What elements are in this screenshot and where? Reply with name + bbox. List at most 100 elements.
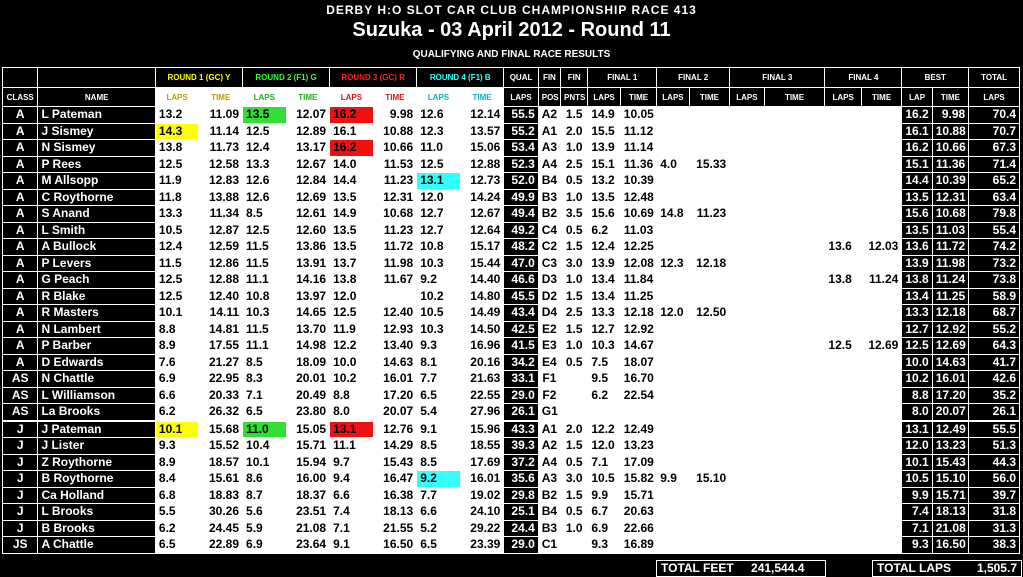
r3-time-cell: 14.63 — [372, 353, 418, 371]
r1-laps-cell: 12.5 — [154, 271, 200, 289]
best-time-header: TIME — [931, 87, 970, 107]
f4-laps-header: LAPS — [824, 87, 862, 107]
r2-laps-cell: 8.7 — [242, 486, 287, 504]
qual-laps-cell: 46.6 — [503, 271, 539, 289]
class-cell: AS — [1, 403, 39, 421]
best-lap-cell: 8.0 — [901, 403, 933, 421]
class-cell: J — [1, 486, 39, 504]
total-feet-label: TOTAL FEET — [661, 561, 734, 575]
r1-laps-cell: 13.3 — [154, 205, 200, 223]
best-time-cell: 12.18 — [931, 304, 970, 322]
pnts-header: PNTS — [560, 87, 589, 107]
qual-laps-cell: 29.0 — [503, 536, 539, 554]
r2-time-cell: 12.60 — [285, 221, 331, 239]
f3-time-cell — [763, 470, 826, 488]
f2-time-cell — [688, 238, 731, 256]
name-cell: L Pateman — [37, 106, 156, 124]
name-cell: S Anand — [37, 205, 156, 223]
r3-time-cell: 16.01 — [372, 370, 418, 388]
r2-laps-cell: 10.3 — [242, 304, 287, 322]
r2-laps-cell: 8.5 — [242, 353, 287, 371]
r3-laps-cell: 14.4 — [329, 172, 374, 190]
best-lap-cell: 13.3 — [901, 304, 933, 322]
fin-pnts-cell: 1.5 — [560, 287, 589, 305]
f1-laps-cell: 13.2 — [587, 172, 621, 190]
table-row: AR Blake 12.5 12.40 10.8 13.97 12.0 10.2 14.80 4… — [1, 287, 1020, 305]
f3-laps-cell — [729, 254, 765, 272]
r1-laps-cell: 6.2 — [154, 519, 200, 537]
round1-header: ROUND 1 (GC) Y — [154, 67, 244, 88]
f4-laps-cell — [824, 419, 862, 438]
f3-laps-cell — [729, 106, 765, 124]
best-header: BEST — [901, 67, 970, 88]
r3-laps-cell: 11.9 — [329, 320, 374, 338]
f3-time-cell — [763, 139, 826, 157]
class-header-top — [1, 67, 39, 88]
fin-pnts-cell: 2.5 — [560, 304, 589, 322]
f4-laps-cell — [824, 353, 862, 371]
qual-laps-header: LAPS — [503, 87, 539, 107]
name-cell: N Sismey — [37, 139, 156, 157]
r2-time-cell: 16.00 — [285, 470, 331, 488]
r1-time-cell: 15.52 — [198, 437, 244, 455]
table-row: JL Brooks 5.5 30.26 5.6 23.51 7.4 18.13 6.6 24.1… — [1, 503, 1020, 521]
header-row-groups: ROUND 1 (GC) Y ROUND 2 (F1) G ROUND 3 (G… — [1, 67, 1020, 88]
r4-time-cell: 14.50 — [459, 320, 505, 338]
f4-time-cell — [860, 139, 903, 157]
r4-time-cell: 12.88 — [459, 155, 505, 173]
r4-laps-cell: 6.5 — [416, 536, 461, 554]
r2-time-cell: 18.37 — [285, 486, 331, 504]
f1-laps-cell: 14.9 — [587, 106, 621, 124]
qual-laps-cell: 45.5 — [503, 287, 539, 305]
f1-laps-header: LAPS — [587, 87, 621, 107]
best-lap-cell: 12.7 — [901, 320, 933, 338]
qual-laps-cell: 49.4 — [503, 205, 539, 223]
f3-time-cell — [763, 238, 826, 256]
f3-time-cell — [763, 437, 826, 455]
r2-time-cell: 12.69 — [285, 188, 331, 206]
best-lap-cell: 10.1 — [901, 453, 933, 471]
f4-laps-cell — [824, 437, 862, 455]
f4-laps-cell — [824, 470, 862, 488]
r1-time-cell: 22.89 — [198, 536, 244, 554]
f4-laps-cell — [824, 172, 862, 190]
r1-time-cell: 15.61 — [198, 470, 244, 488]
fin-pos-cell: E2 — [537, 320, 562, 338]
table-row: JB Brooks 6.2 24.45 5.9 21.08 7.1 21.55 5.2 29.2… — [1, 519, 1020, 537]
fin-pnts-cell: 1.5 — [560, 486, 589, 504]
best-time-cell: 12.69 — [931, 337, 970, 355]
r3-time-cell: 10.88 — [372, 122, 418, 140]
f4-time-cell — [860, 503, 903, 521]
f1-laps-cell: 12.2 — [587, 419, 621, 438]
r1-laps-cell: 8.9 — [154, 337, 200, 355]
f3-time-cell — [763, 205, 826, 223]
r4-laps-cell: 12.5 — [416, 155, 461, 173]
class-cell: A — [1, 221, 39, 239]
f1-laps-cell: 13.4 — [587, 287, 621, 305]
r3-time-cell: 9.98 — [372, 106, 418, 124]
f4-time-cell: 12.03 — [860, 238, 903, 256]
fin-pos-cell: A2 — [537, 437, 562, 455]
f1-laps-cell: 6.2 — [587, 386, 621, 404]
f4-time-cell — [860, 419, 903, 438]
r3-laps-cell: 16.1 — [329, 122, 374, 140]
f2-time-cell — [688, 287, 731, 305]
r3-time-cell: 17.20 — [372, 386, 418, 404]
f1-laps-cell: 7.5 — [587, 353, 621, 371]
r3-laps-cell: 12.5 — [329, 304, 374, 322]
total-laps-cell: 41.7 — [968, 353, 1020, 371]
f2-laps-cell — [656, 536, 690, 554]
f4-laps-cell: 13.8 — [824, 271, 862, 289]
best-time-cell: 11.98 — [931, 254, 970, 272]
r4-laps-cell: 9.1 — [416, 419, 461, 438]
best-lap-cell: 15.1 — [901, 155, 933, 173]
r2-time-cell: 23.64 — [285, 536, 331, 554]
r2-laps-cell: 10.1 — [242, 453, 287, 471]
f1-time-cell — [619, 403, 658, 421]
r4-time-cell: 14.24 — [459, 188, 505, 206]
class-cell: A — [1, 139, 39, 157]
r1-laps-cell: 6.6 — [154, 386, 200, 404]
fin-pos-cell: C1 — [537, 536, 562, 554]
r4-laps-cell: 5.2 — [416, 519, 461, 537]
f3-laps-cell — [729, 337, 765, 355]
